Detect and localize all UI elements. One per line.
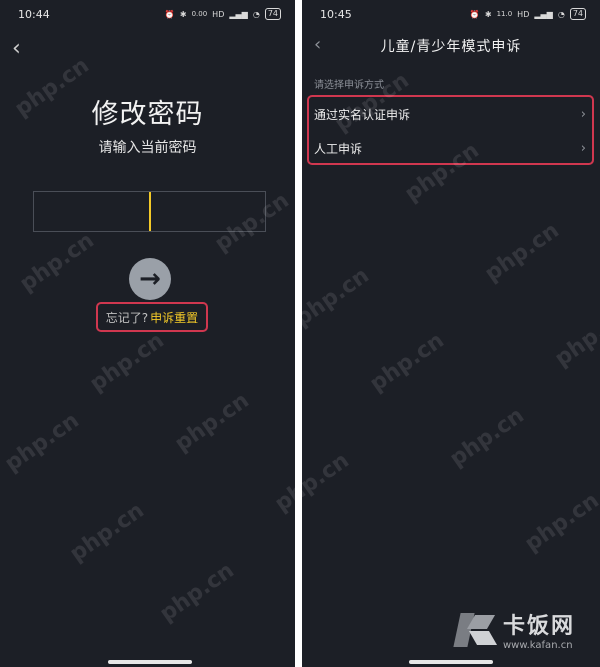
home-indicator[interactable] bbox=[108, 660, 192, 664]
page-subtitle: 请输入当前密码 bbox=[98, 140, 197, 156]
password-cell-2[interactable] bbox=[151, 192, 266, 231]
password-cell-1[interactable] bbox=[34, 192, 149, 231]
wifi-icon: ◔ bbox=[557, 9, 565, 19]
chevron-right-icon: › bbox=[580, 106, 586, 122]
home-indicator[interactable] bbox=[409, 660, 493, 664]
net-speed: 0.00 bbox=[191, 9, 208, 18]
option-label: 人工申诉 bbox=[314, 141, 363, 156]
option-manual-appeal[interactable]: 人工申诉 › bbox=[309, 131, 592, 165]
battery-icon: 74 bbox=[264, 8, 281, 20]
submit-button[interactable]: → bbox=[129, 258, 171, 300]
status-time: 10:45 bbox=[320, 8, 352, 21]
chevron-right-icon: › bbox=[580, 140, 586, 156]
page-title: 儿童/青少年模式申诉 bbox=[380, 39, 522, 55]
net-speed: 11.0 bbox=[496, 9, 513, 18]
forgot-password-row: 忘记了? 申诉重置 bbox=[96, 302, 208, 332]
status-icons: ⏰ ✱ 11.0 HD ▂▄▆ ◔ 74 bbox=[470, 8, 586, 20]
hd-icon: HD bbox=[517, 9, 530, 19]
appeal-screen: 10:45 ⏰ ✱ 11.0 HD ▂▄▆ ◔ 74 ‹ 儿童/青少年模式申诉 … bbox=[302, 0, 600, 667]
signal-icon: ▂▄▆ bbox=[229, 9, 248, 19]
option-label: 通过实名认证申诉 bbox=[314, 107, 411, 122]
status-bar: 10:45 ⏰ ✱ 11.0 HD ▂▄▆ ◔ 74 bbox=[302, 0, 600, 28]
status-bar: 10:44 ⏰ ✱ 0.00 HD ▂▄▆ ◔ 74 bbox=[0, 0, 295, 28]
status-icons: ⏰ ✱ 0.00 HD ▂▄▆ ◔ 74 bbox=[165, 8, 281, 20]
wifi-icon: ◔ bbox=[252, 9, 260, 19]
change-password-screen: 10:44 ⏰ ✱ 0.00 HD ▂▄▆ ◔ 74 ‹ 修改密码 请输入当前密… bbox=[0, 0, 295, 667]
bluetooth-icon: ✱ bbox=[484, 9, 492, 19]
logo-text: 卡饭网 www.kafan.cn bbox=[503, 608, 575, 651]
alarm-icon: ⏰ bbox=[469, 9, 480, 19]
kafan-k-icon bbox=[453, 611, 498, 649]
appeal-reset-link[interactable]: 申诉重置 bbox=[150, 309, 198, 326]
arrow-right-icon: → bbox=[139, 264, 161, 294]
signal-icon: ▂▄▆ bbox=[534, 9, 553, 19]
back-arrow-icon[interactable]: ‹ bbox=[12, 38, 21, 60]
battery-icon: 74 bbox=[569, 8, 586, 20]
alarm-icon: ⏰ bbox=[164, 9, 175, 19]
password-input[interactable] bbox=[33, 191, 266, 232]
bluetooth-icon: ✱ bbox=[179, 9, 187, 19]
logo-url: www.kafan.cn bbox=[503, 640, 573, 651]
option-realname-appeal[interactable]: 通过实名认证申诉 › bbox=[309, 97, 592, 131]
kafan-logo: 卡饭网 www.kafan.cn bbox=[453, 608, 575, 651]
status-time: 10:44 bbox=[18, 8, 50, 21]
logo-name: 卡饭网 bbox=[503, 614, 576, 639]
forgot-label: 忘记了? bbox=[105, 310, 149, 325]
hd-icon: HD bbox=[212, 9, 225, 19]
appeal-options: 通过实名认证申诉 › 人工申诉 › bbox=[307, 95, 594, 165]
section-label: 请选择申诉方式 bbox=[314, 80, 384, 91]
page-title: 修改密码 bbox=[91, 99, 204, 130]
